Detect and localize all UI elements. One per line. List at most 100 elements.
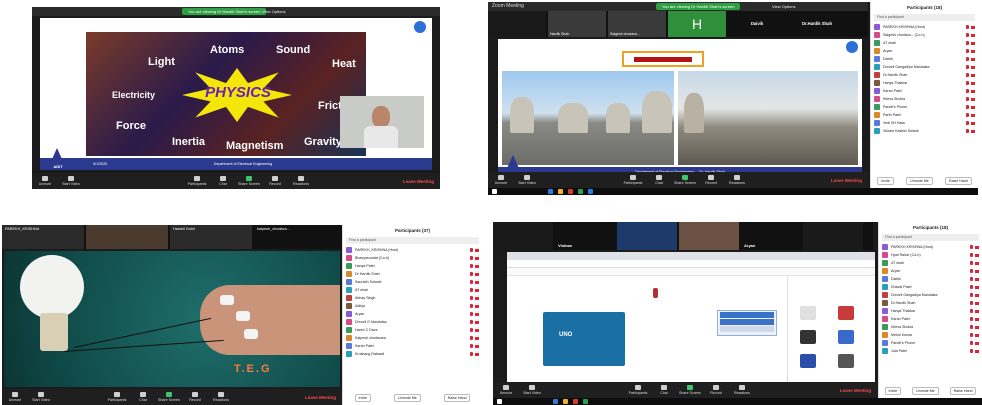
participant-row[interactable]: Harsh C Dave: [343, 326, 482, 334]
participant-row[interactable]: Dr.Hardik Shah: [871, 71, 978, 79]
participant-row[interactable]: Hpat Rahar (Co-h): [879, 251, 982, 259]
circuit-canvas[interactable]: UNO: [507, 276, 787, 382]
component-item[interactable]: [800, 306, 816, 320]
record-button[interactable]: Record: [703, 382, 729, 398]
taskbar-app-icon[interactable]: [583, 399, 588, 404]
invite-button[interactable]: Invite: [884, 387, 902, 395]
windows-start-icon[interactable]: [497, 399, 502, 404]
participant-row[interactable]: AT shah: [871, 39, 978, 47]
participant-row[interactable]: Dhruvit Gangadiya Mandalsa: [871, 63, 978, 71]
chat-button[interactable]: Chat: [130, 389, 156, 405]
view-options-button[interactable]: View Options: [772, 3, 796, 10]
component-item[interactable]: [838, 354, 854, 368]
unmute-button[interactable]: Unmute: [488, 172, 514, 188]
participant-row[interactable]: Abhay Singh: [343, 294, 482, 302]
reactions-button[interactable]: Reactions: [208, 389, 234, 405]
participant-row[interactable]: Dhruvit Gangadiya Mandalsa: [879, 291, 982, 299]
taskbar-app-icon[interactable]: [553, 399, 558, 404]
share-screen-button[interactable]: Share Screen: [236, 173, 262, 189]
thumb-kalpesh[interactable]: kalpesh_chodava...: [254, 225, 336, 249]
participant-row[interactable]: Aryan: [343, 310, 482, 318]
thumb-initial[interactable]: H: [668, 11, 726, 37]
participant-row[interactable]: Hanya Thakkar: [871, 79, 978, 87]
led-component[interactable]: [653, 288, 658, 298]
thumb-participant[interactable]: [86, 225, 168, 249]
reactions-button[interactable]: Reactions: [724, 172, 750, 188]
thumb-participant[interactable]: [617, 222, 677, 250]
reactions-button[interactable]: Reactions: [729, 382, 755, 398]
participant-row[interactable]: Parth Patel: [871, 111, 978, 119]
chat-button[interactable]: Chat: [651, 382, 677, 398]
view-options-button[interactable]: View Options: [262, 8, 286, 15]
context-menu[interactable]: [717, 310, 777, 336]
participant-row[interactable]: Pandit's Phone: [879, 339, 982, 347]
menu-item[interactable]: [720, 319, 774, 325]
menu-item[interactable]: [720, 312, 774, 318]
invite-button[interactable]: Invite: [877, 177, 894, 185]
arduino-board[interactable]: UNO: [543, 312, 625, 366]
chat-button[interactable]: Chat: [646, 172, 672, 188]
participant-row[interactable]: Karan Patel: [871, 87, 978, 95]
participant-row[interactable]: Hanya Thakkar: [879, 307, 982, 315]
participant-row[interactable]: Karan Patel: [879, 315, 982, 323]
chat-button[interactable]: Chat: [210, 173, 236, 189]
component-item[interactable]: [838, 306, 854, 320]
presenter-video-thumbnail[interactable]: [340, 96, 424, 148]
raise-hand-button[interactable]: Raise Hand: [443, 394, 471, 402]
taskbar-app-icon[interactable]: [568, 189, 573, 194]
participant-row[interactable]: Aryan: [871, 47, 978, 55]
menu-item[interactable]: [720, 326, 774, 332]
participant-row[interactable]: PAREKH_KRISHNA (Host): [343, 246, 482, 254]
participant-row[interactable]: Dr Hardik Shah: [343, 270, 482, 278]
participant-row[interactable]: Saurabh Solanki: [343, 278, 482, 286]
taskbar-app-icon[interactable]: [588, 189, 593, 194]
participant-row[interactable]: PAREKH KRISHNA (Host): [879, 243, 982, 251]
taskbar-app-icon[interactable]: [563, 399, 568, 404]
record-button[interactable]: Record: [182, 389, 208, 405]
taskbar-app-icon[interactable]: [548, 189, 553, 194]
participant-row[interactable]: Pandit's Phone: [871, 103, 978, 111]
participant-row[interactable]: Dhruvil G Mandalsa: [343, 318, 482, 326]
participant-row[interactable]: Salgesh chodava... (Co-h): [871, 31, 978, 39]
start-video-button[interactable]: Start Video: [28, 389, 54, 405]
participant-row[interactable]: AT shah: [343, 286, 482, 294]
participant-row[interactable]: Krushang Dalwadi: [343, 350, 482, 358]
record-button[interactable]: Record: [698, 172, 724, 188]
raise-hand-button[interactable]: Raise Hand: [945, 177, 972, 185]
record-button[interactable]: Record: [262, 173, 288, 189]
component-item[interactable]: [838, 330, 854, 344]
thumb-aryan[interactable]: Aryan: [741, 222, 801, 250]
participant-row[interactable]: AT shah: [879, 259, 982, 267]
unmute-button[interactable]: Unmute: [493, 382, 519, 398]
raise-hand-button[interactable]: Raise Hand: [949, 387, 977, 395]
thumb-harshil[interactable]: Harshil Gohil: [170, 225, 252, 249]
participants-button[interactable]: Participants: [184, 173, 210, 189]
unmute-me-button[interactable]: Unmute Me: [912, 387, 939, 395]
share-screen-button[interactable]: Share Screen: [677, 382, 703, 398]
participant-row[interactable]: Hanya Patel: [343, 262, 482, 270]
windows-start-icon[interactable]: [492, 189, 497, 194]
thumb-participant[interactable]: [679, 222, 739, 250]
leave-meeting-button[interactable]: Leave Meeting: [831, 178, 862, 183]
taskbar-app-icon[interactable]: [558, 189, 563, 194]
thumb-daivik[interactable]: Daivik: [728, 11, 786, 37]
find-participant-input[interactable]: Find a participant: [882, 234, 979, 241]
reactions-button[interactable]: Reactions: [288, 173, 314, 189]
participant-row[interactable]: Dr.Hardik Shah: [879, 299, 982, 307]
browser-address-bar[interactable]: [507, 260, 875, 268]
participant-row[interactable]: Jula Patel: [879, 347, 982, 355]
participant-row[interactable]: Aryan: [879, 267, 982, 275]
leave-meeting-button[interactable]: Leave Meeting: [840, 388, 871, 393]
participant-row[interactable]: Daivik: [879, 275, 982, 283]
find-participant-input[interactable]: Find a participant: [346, 237, 479, 244]
participant-row[interactable]: Daivik: [871, 55, 978, 63]
unmute-me-button[interactable]: Unmute Me: [394, 394, 421, 402]
unmute-button[interactable]: Unmute: [2, 389, 28, 405]
participant-row[interactable]: Kiteva Shukla: [879, 323, 982, 331]
participant-row[interactable]: Dhaval Patel: [879, 283, 982, 291]
participant-row[interactable]: Vikram Kashiki Solank: [871, 127, 978, 135]
start-video-button[interactable]: Start Video: [519, 382, 545, 398]
share-screen-button[interactable]: Share Screen: [672, 172, 698, 188]
start-video-button[interactable]: Start Video: [58, 173, 84, 189]
unmute-button[interactable]: Unmute: [32, 173, 58, 189]
